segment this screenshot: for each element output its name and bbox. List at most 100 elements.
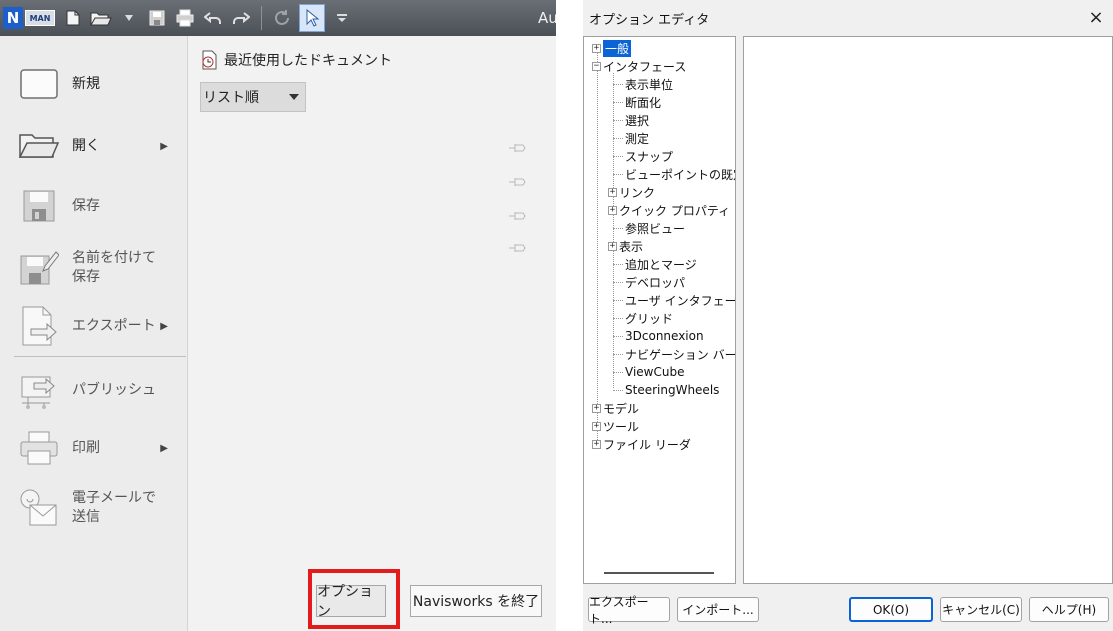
customize-dropdown-icon[interactable] xyxy=(331,4,353,32)
tree-item-steeringwheels[interactable]: SteeringWheels xyxy=(613,381,719,399)
tree-item-snapping[interactable]: スナップ xyxy=(613,147,673,165)
exit-navisworks-button[interactable]: Navisworks を終了 xyxy=(410,585,542,617)
tree-item-display[interactable]: + 表示 xyxy=(608,237,643,255)
menu-item-save-as[interactable]: 名前を付けて保存 xyxy=(18,246,178,290)
close-icon[interactable]: × xyxy=(1083,4,1109,30)
window-title: Au xyxy=(538,9,556,27)
menu-item-email[interactable]: 電子メールで送信 xyxy=(18,486,178,530)
tree-item-label: グリッド xyxy=(625,311,674,326)
import-button[interactable]: インポート... xyxy=(677,597,759,622)
help-button[interactable]: ヘルプ(H) xyxy=(1029,597,1109,622)
menu-item-label: 電子メールで送信 xyxy=(72,490,156,525)
app-logo-letter: N xyxy=(3,7,23,29)
print-icon[interactable] xyxy=(174,4,196,32)
submenu-arrow-icon: ▶ xyxy=(160,140,168,152)
tree-item-quick-properties[interactable]: + クイック プロパティ xyxy=(608,201,730,219)
menu-item-print[interactable]: 印刷 ▶ xyxy=(18,428,178,468)
export-button[interactable]: エクスポート... xyxy=(588,595,670,626)
tree-item-grid[interactable]: グリッド xyxy=(613,309,673,327)
menu-item-label: 名前を付けて保存 xyxy=(72,250,156,285)
open-folder-icon[interactable] xyxy=(90,4,112,32)
tree-item-3dconnexion[interactable]: 3Dconnexion xyxy=(613,327,704,345)
collapse-icon[interactable]: − xyxy=(592,61,601,71)
new-document-icon xyxy=(18,66,60,102)
tree-item-general[interactable]: + 一般 xyxy=(592,39,632,57)
tree-item-label: スナップ xyxy=(625,149,674,164)
tree-item-viewpoint-defaults[interactable]: ビューポイントの既定値 xyxy=(613,165,735,183)
tree-item-sectioning[interactable]: 断面化 xyxy=(613,93,661,111)
tree-connector xyxy=(613,281,623,283)
tree-item-developer[interactable]: デベロッパ xyxy=(613,273,685,291)
tree-connector xyxy=(613,101,623,103)
expand-icon[interactable]: + xyxy=(592,43,601,53)
pin-icon[interactable] xyxy=(508,176,526,188)
menu-item-open[interactable]: 開く ▶ xyxy=(18,128,178,164)
recent-sort-dropdown[interactable]: リスト順 xyxy=(200,82,306,112)
refresh-icon[interactable] xyxy=(271,4,293,32)
tree-item-file-readers[interactable]: + ファイル リーダ xyxy=(592,435,691,453)
cancel-button[interactable]: キャンセル(C) xyxy=(940,597,1022,622)
tree-item-reference-views[interactable]: 参照ビュー xyxy=(613,219,685,237)
recent-documents-pane: 最近使用したドキュメント リスト順 オプション Navisworks を終了 xyxy=(188,36,556,631)
options-button[interactable]: オプション xyxy=(316,584,386,620)
expand-icon[interactable]: + xyxy=(592,403,601,413)
tree-item-label: 3Dconnexion xyxy=(625,329,704,343)
redo-icon[interactable] xyxy=(230,4,252,32)
tree-item-viewcube[interactable]: ViewCube xyxy=(613,363,684,381)
quick-access-toolbar: N MAN Au xyxy=(0,0,556,36)
save-as-icon xyxy=(18,246,60,290)
options-tree[interactable]: + 一般 − インタフェース 表示単位 断面化 選択 測定 スナップ ビューポイ… xyxy=(583,36,736,584)
expand-icon[interactable]: + xyxy=(592,439,601,449)
tree-item-interface[interactable]: − インタフェース xyxy=(592,57,686,75)
tree-item-tools[interactable]: + ツール xyxy=(592,417,639,435)
menu-item-publish[interactable]: パブリッシュ xyxy=(18,368,178,412)
application-menu-window: N MAN Au 新規 開く ▶ 保存 名前を付けて保存 エクスポート ▶ パブ… xyxy=(0,0,556,631)
tree-connector xyxy=(613,227,623,229)
expand-icon[interactable]: + xyxy=(608,187,617,197)
pin-icon[interactable] xyxy=(508,242,526,254)
dialog-titlebar[interactable]: オプション エディタ × xyxy=(583,0,1113,34)
tree-item-label: リンク xyxy=(619,185,656,200)
tree-item-user-interface[interactable]: ユーザ インタフェース xyxy=(613,291,735,309)
tree-item-measure[interactable]: 測定 xyxy=(613,129,649,147)
dialog-title: オプション エディタ xyxy=(589,13,710,28)
tree-connector xyxy=(613,263,623,265)
pin-icon[interactable] xyxy=(508,210,526,222)
tree-item-display-units[interactable]: 表示単位 xyxy=(613,75,673,93)
tree-item-label: モデル xyxy=(603,401,640,416)
new-file-icon[interactable] xyxy=(62,4,84,32)
app-logo[interactable]: N MAN xyxy=(3,5,59,31)
menu-item-save[interactable]: 保存 xyxy=(18,188,178,224)
expand-icon[interactable]: + xyxy=(592,421,601,431)
save-disk-icon xyxy=(18,188,60,224)
tree-connector xyxy=(613,299,623,301)
pin-icon[interactable] xyxy=(508,142,526,154)
tree-item-label: 追加とマージ xyxy=(625,257,697,272)
menu-item-new[interactable]: 新規 xyxy=(18,66,178,102)
recent-clock-icon xyxy=(200,50,218,70)
tree-connector xyxy=(613,155,623,157)
ok-button[interactable]: OK(O) xyxy=(849,597,933,622)
menu-item-label: パブリッシュ xyxy=(72,381,156,398)
tree-item-model[interactable]: + モデル xyxy=(592,399,639,417)
undo-icon[interactable] xyxy=(202,4,224,32)
expand-icon[interactable]: + xyxy=(608,241,617,251)
tree-item-navigation-bar[interactable]: ナビゲーション バー xyxy=(613,345,735,363)
horizontal-scrollbar[interactable] xyxy=(604,572,714,574)
tree-connector xyxy=(613,173,623,175)
tree-item-selection[interactable]: 選択 xyxy=(613,111,649,129)
chevron-down-icon[interactable] xyxy=(118,4,140,32)
select-pointer-icon[interactable] xyxy=(299,4,325,32)
tree-item-links[interactable]: + リンク xyxy=(608,183,655,201)
save-icon[interactable] xyxy=(146,4,168,32)
recent-documents-title: 最近使用したドキュメント xyxy=(224,53,392,69)
tree-item-label: ファイル リーダ xyxy=(603,437,691,452)
menu-item-export[interactable]: エクスポート ▶ xyxy=(18,304,178,348)
tree-item-label: クイック プロパティ xyxy=(619,203,731,218)
toolbar-divider xyxy=(261,6,262,30)
tree-connector xyxy=(613,119,623,121)
tree-item-append-merge[interactable]: 追加とマージ xyxy=(613,255,697,273)
tree-item-label: 表示 xyxy=(619,239,644,254)
expand-icon[interactable]: + xyxy=(608,205,617,215)
tree-item-label: 一般 xyxy=(603,39,632,57)
